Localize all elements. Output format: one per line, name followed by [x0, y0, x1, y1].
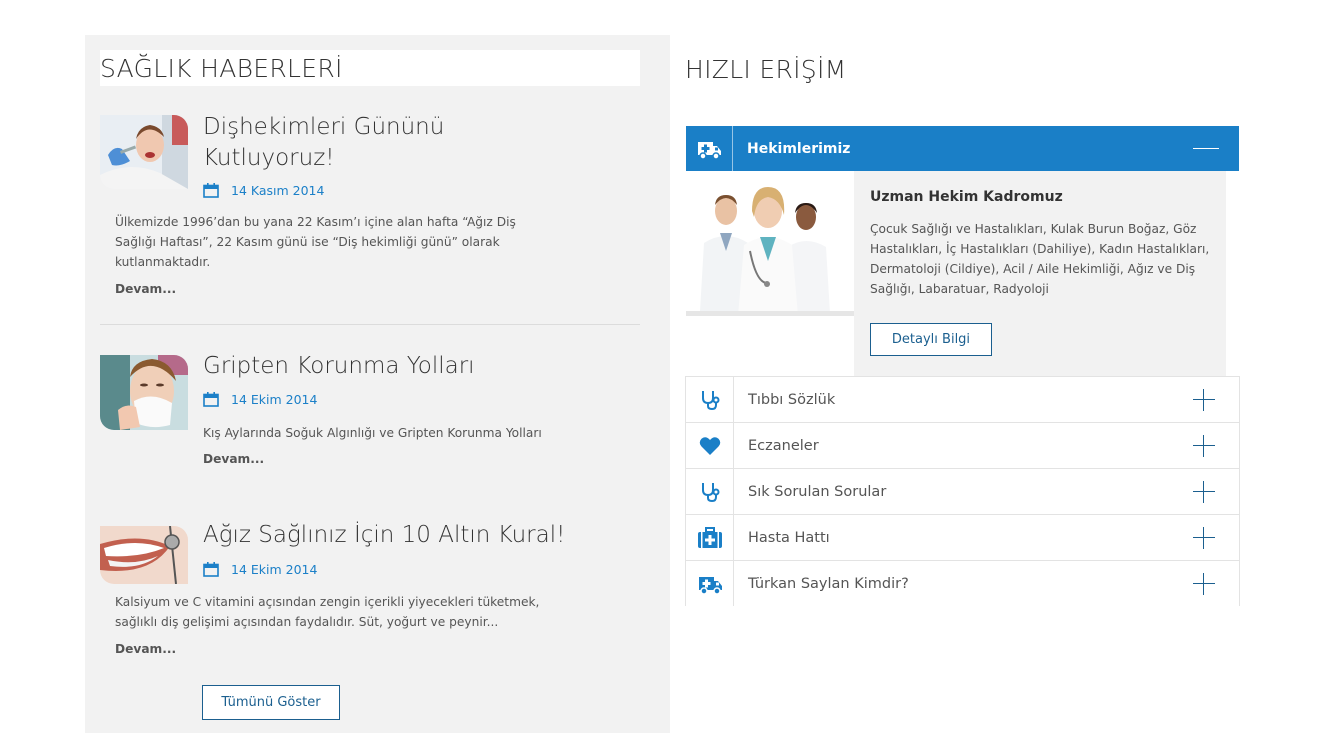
- accordion-item-medical-dictionary[interactable]: Tıbbı Sözlük: [685, 376, 1240, 422]
- news-title[interactable]: Ağız Sağlınız İçin 10 Altın Kural!: [203, 520, 565, 551]
- accordion-body-doctors: Uzman Hekim Kadromuz Çocuk Sağlığı ve Ha…: [686, 171, 1226, 377]
- accordion-item-patient-line[interactable]: Hasta Hattı: [685, 514, 1240, 560]
- teeth-thumbnail[interactable]: [100, 526, 188, 584]
- news-excerpt: Ülkemizde 1996’dan bu yana 22 Kasım’ı iç…: [115, 215, 516, 269]
- news-item: Dişhekimleri Gününü Kutluyoruz! 14 Kasım…: [100, 112, 640, 315]
- dentist-thumbnail[interactable]: [100, 115, 188, 189]
- accordion-item-faq[interactable]: Sık Sorulan Sorular: [685, 468, 1240, 514]
- accordion-label: Eczaneler: [748, 437, 819, 454]
- accordion-label: Hekimlerimiz: [747, 140, 851, 157]
- news-excerpt: Kış Aylarında Soğuk Algınlığı ve Gripten…: [203, 426, 542, 440]
- doctors-image: [686, 171, 854, 316]
- collapse-icon[interactable]: [1193, 148, 1219, 149]
- ambulance-icon: [686, 126, 733, 171]
- read-more-link[interactable]: Devam...: [115, 282, 176, 296]
- news-date: 14 Ekim 2014: [203, 562, 317, 577]
- divider: [100, 324, 640, 325]
- news-date: 14 Kasım 2014: [203, 183, 324, 198]
- news-item: Ağız Sağlınız İçin 10 Altın Kural! 14 Ek…: [100, 522, 640, 666]
- calendar-icon: [203, 392, 219, 407]
- accordion-label: Tıbbı Sözlük: [748, 391, 836, 408]
- news-title[interactable]: Gripten Korunma Yolları: [203, 351, 475, 382]
- expand-icon[interactable]: [1193, 388, 1215, 411]
- expand-icon[interactable]: [1193, 434, 1215, 457]
- content-text: Çocuk Sağlığı ve Hastalıkları, Kulak Bur…: [870, 222, 1210, 296]
- details-button[interactable]: Detaylı Bilgi: [870, 323, 992, 356]
- expand-icon[interactable]: [1193, 572, 1215, 595]
- content-heading: Uzman Hekim Kadromuz: [870, 189, 1063, 205]
- accordion-label: Sık Sorulan Sorular: [748, 483, 887, 500]
- expand-icon[interactable]: [1193, 480, 1215, 503]
- stethoscope-icon: [686, 469, 734, 514]
- read-more-link[interactable]: Devam...: [203, 452, 264, 466]
- flu-thumbnail[interactable]: [100, 355, 188, 430]
- accordion-item-turkan-saylan[interactable]: Türkan Saylan Kimdir?: [685, 560, 1240, 606]
- show-all-button[interactable]: Tümünü Göster: [202, 685, 340, 720]
- accordion-content: Uzman Hekim Kadromuz Çocuk Sağlığı ve Ha…: [854, 171, 1226, 377]
- news-date: 14 Ekim 2014: [203, 392, 317, 407]
- news-title[interactable]: Dişhekimleri Gününü Kutluyoruz!: [203, 112, 444, 174]
- heart-icon: [686, 423, 734, 468]
- read-more-link[interactable]: Devam...: [115, 642, 176, 656]
- accordion-label: Türkan Saylan Kimdir?: [748, 575, 909, 592]
- health-news-title: SAĞLIK HABERLERİ: [100, 50, 640, 86]
- expand-icon[interactable]: [1193, 526, 1215, 549]
- news-excerpt: Kalsiyum ve C vitamini açısından zengin …: [115, 595, 540, 629]
- calendar-icon: [203, 183, 219, 198]
- stethoscope-icon: [686, 377, 734, 422]
- news-item: Gripten Korunma Yolları 14 Ekim 2014 Kış…: [100, 353, 640, 475]
- quick-access-title: HIZLI ERİŞİM: [685, 55, 847, 84]
- medkit-icon: [686, 515, 734, 560]
- accordion-header-doctors[interactable]: Hekimlerimiz: [686, 126, 1239, 171]
- ambulance-icon: [686, 561, 734, 606]
- accordion-item-pharmacies[interactable]: Eczaneler: [685, 422, 1240, 468]
- calendar-icon: [203, 562, 219, 577]
- health-news-panel: SAĞLIK HABERLERİ Dişhekimleri Gününü Kut…: [85, 35, 670, 733]
- accordion-label: Hasta Hattı: [748, 529, 830, 546]
